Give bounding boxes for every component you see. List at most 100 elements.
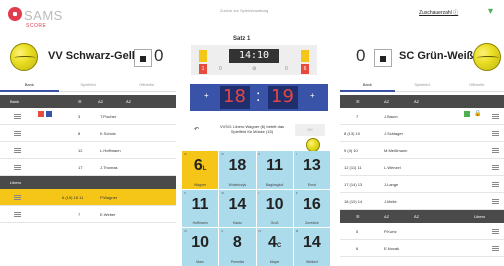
court-position[interactable]: I 10 Groß xyxy=(256,189,293,228)
team-left-name: VV Schwarz-Gelb xyxy=(48,50,139,62)
add-point-right-button[interactable]: + xyxy=(310,91,315,100)
table-row[interactable]: 6 E.Novak xyxy=(340,240,504,257)
menu-icon[interactable] xyxy=(14,147,21,153)
player-name: E.Novak xyxy=(384,245,400,251)
player-name: T.Fischer xyxy=(100,113,117,119)
back-link[interactable]: Zurück zur Spielverwaltung xyxy=(220,8,268,13)
position-label: II xyxy=(295,190,298,195)
player-number: 10 xyxy=(191,234,210,252)
score-bar: + 18 : 19 + xyxy=(190,84,328,111)
player-number: 10 xyxy=(265,195,284,213)
player-name: J.Meile xyxy=(384,198,397,204)
menu-icon[interactable] xyxy=(14,164,21,170)
menu-icon: ☰ xyxy=(78,99,82,104)
libero-header: Libero xyxy=(0,176,176,189)
timeout-left-button[interactable] xyxy=(134,49,152,67)
menu-icon[interactable] xyxy=(492,113,499,119)
player-number: 14 xyxy=(302,234,321,252)
table-row[interactable]: 7 J.Baum 🔒 xyxy=(340,108,504,125)
menu-icon[interactable] xyxy=(492,245,499,251)
col-aez: ÄZ xyxy=(414,99,420,104)
player-number: 12 xyxy=(78,147,83,153)
yellow-card-left-icon[interactable] xyxy=(199,50,207,62)
menu-icon[interactable] xyxy=(492,198,499,204)
court-position[interactable]: V 8 Pernetta xyxy=(219,228,256,266)
yellow-card-right-icon[interactable] xyxy=(301,50,309,62)
court-position[interactable]: V 11 Hoffmann xyxy=(182,189,219,228)
tab-court-left[interactable]: Spielfeld xyxy=(58,79,118,92)
player-name: Hoffmann xyxy=(192,221,208,226)
logo-subtext: SCORE xyxy=(26,23,47,29)
menu-icon[interactable] xyxy=(14,113,21,119)
player-name: L.Hoffmann xyxy=(100,147,121,153)
table-row[interactable]: 7 E.Weber xyxy=(0,206,176,223)
menu-icon[interactable] xyxy=(492,130,499,136)
player-name: Winkelczyk xyxy=(228,182,247,187)
table-row[interactable]: 3 T.Fischer xyxy=(0,108,176,125)
player-name: Ernst xyxy=(307,182,316,187)
table-row[interactable]: 5 P.Kurtz xyxy=(340,223,504,240)
info-icon xyxy=(46,111,52,117)
timeouts-left-count: 0 xyxy=(219,66,222,72)
player-name: Weikert xyxy=(305,260,318,264)
tab-court-right[interactable]: Spielfeld xyxy=(394,79,450,92)
court-position[interactable]: VI 14 Kautz xyxy=(219,189,256,228)
gear-icon[interactable]: ⚙ xyxy=(252,66,256,72)
court-position[interactable]: III 18 Winkelczyk xyxy=(219,151,256,189)
table-row[interactable]: 12 (11) 11 L.Wenzel xyxy=(340,159,504,176)
player-number: 7 xyxy=(356,113,359,119)
position-label: IV xyxy=(184,152,187,156)
tab-bench-left[interactable]: Bank xyxy=(0,79,59,92)
bench-label: Bank xyxy=(10,99,20,104)
court-position[interactable]: IV 6L Wagner xyxy=(182,151,219,189)
court-position[interactable]: III 14 Weikert xyxy=(293,228,330,266)
court-position[interactable]: I 13 Ernst xyxy=(293,151,330,189)
roster-left: Bank ☰ AZ ÄZ 3 T.Fischer 8 K.Schulz 12 L… xyxy=(0,95,176,223)
menu-icon[interactable] xyxy=(492,181,499,187)
add-point-left-button[interactable]: + xyxy=(204,91,209,100)
tab-officials-left[interactable]: Offizielle xyxy=(117,79,177,92)
menu-icon[interactable] xyxy=(14,194,21,200)
player-number: 11 xyxy=(266,157,284,174)
position-label: I xyxy=(295,152,297,156)
spectator-count-link[interactable]: Zuschauerzahl ⓘ xyxy=(419,9,458,16)
player-name: Mayer xyxy=(269,260,280,264)
undo-button[interactable]: ↶ xyxy=(194,126,199,133)
confirm-button[interactable]: OK xyxy=(295,124,325,136)
flower-logo-icon xyxy=(8,7,22,21)
table-row[interactable]: 17 (14) 13 J.Lange xyxy=(340,176,504,193)
menu-icon: ☰ xyxy=(356,214,360,219)
tab-bench-right[interactable]: Bank xyxy=(340,79,395,92)
team-right-header: 0 SC Grün-Weiß xyxy=(340,33,504,79)
menu-icon[interactable] xyxy=(492,147,499,153)
menu-icon[interactable] xyxy=(14,130,21,136)
roster-left-header: Bank ☰ AZ ÄZ xyxy=(0,95,176,108)
table-row[interactable]: 12 L.Hoffmann xyxy=(0,142,176,159)
menu-icon[interactable] xyxy=(492,164,499,170)
player-number: 13 xyxy=(302,157,321,174)
player-name: J.Baum xyxy=(384,113,398,119)
court-position[interactable]: II 16 Zuredick xyxy=(293,189,330,228)
connection-icon: ▾ xyxy=(488,6,494,17)
table-row[interactable]: 8 (13) 10 J.Schlager xyxy=(340,125,504,142)
tab-officials-right[interactable]: Offizielle xyxy=(449,79,504,92)
col-aez: ÄZ xyxy=(414,214,420,219)
player-name: P.Wagner xyxy=(100,194,118,200)
menu-icon[interactable] xyxy=(492,228,499,234)
player-name: P.Kurtz xyxy=(384,228,397,234)
court-position[interactable]: VI 10 Marx xyxy=(182,228,219,266)
player-name: J.Thomas xyxy=(100,164,118,170)
top-bar: SAMS SCORE Zurück zur Spielverwaltung Zu… xyxy=(0,0,504,34)
table-row[interactable]: 8 K.Schulz xyxy=(0,125,176,142)
player-number: 8 xyxy=(78,130,81,136)
table-row[interactable]: 18 (10) 14 J.Meile xyxy=(340,193,504,210)
table-row[interactable]: 17 J.Thomas xyxy=(0,159,176,176)
timeout-right-button[interactable] xyxy=(374,49,392,67)
court-position[interactable]: II 11 Baginsgkof xyxy=(256,151,293,189)
menu-icon[interactable] xyxy=(14,211,21,217)
table-row[interactable]: 6 (15) 18 11 P.Wagner xyxy=(0,189,176,206)
status-icon xyxy=(464,111,470,117)
court-position[interactable]: IV 4C Mayer xyxy=(256,228,293,266)
table-row[interactable]: 9 (4) 10 M.Meißmann xyxy=(340,142,504,159)
libero-label: Libero xyxy=(10,180,22,185)
